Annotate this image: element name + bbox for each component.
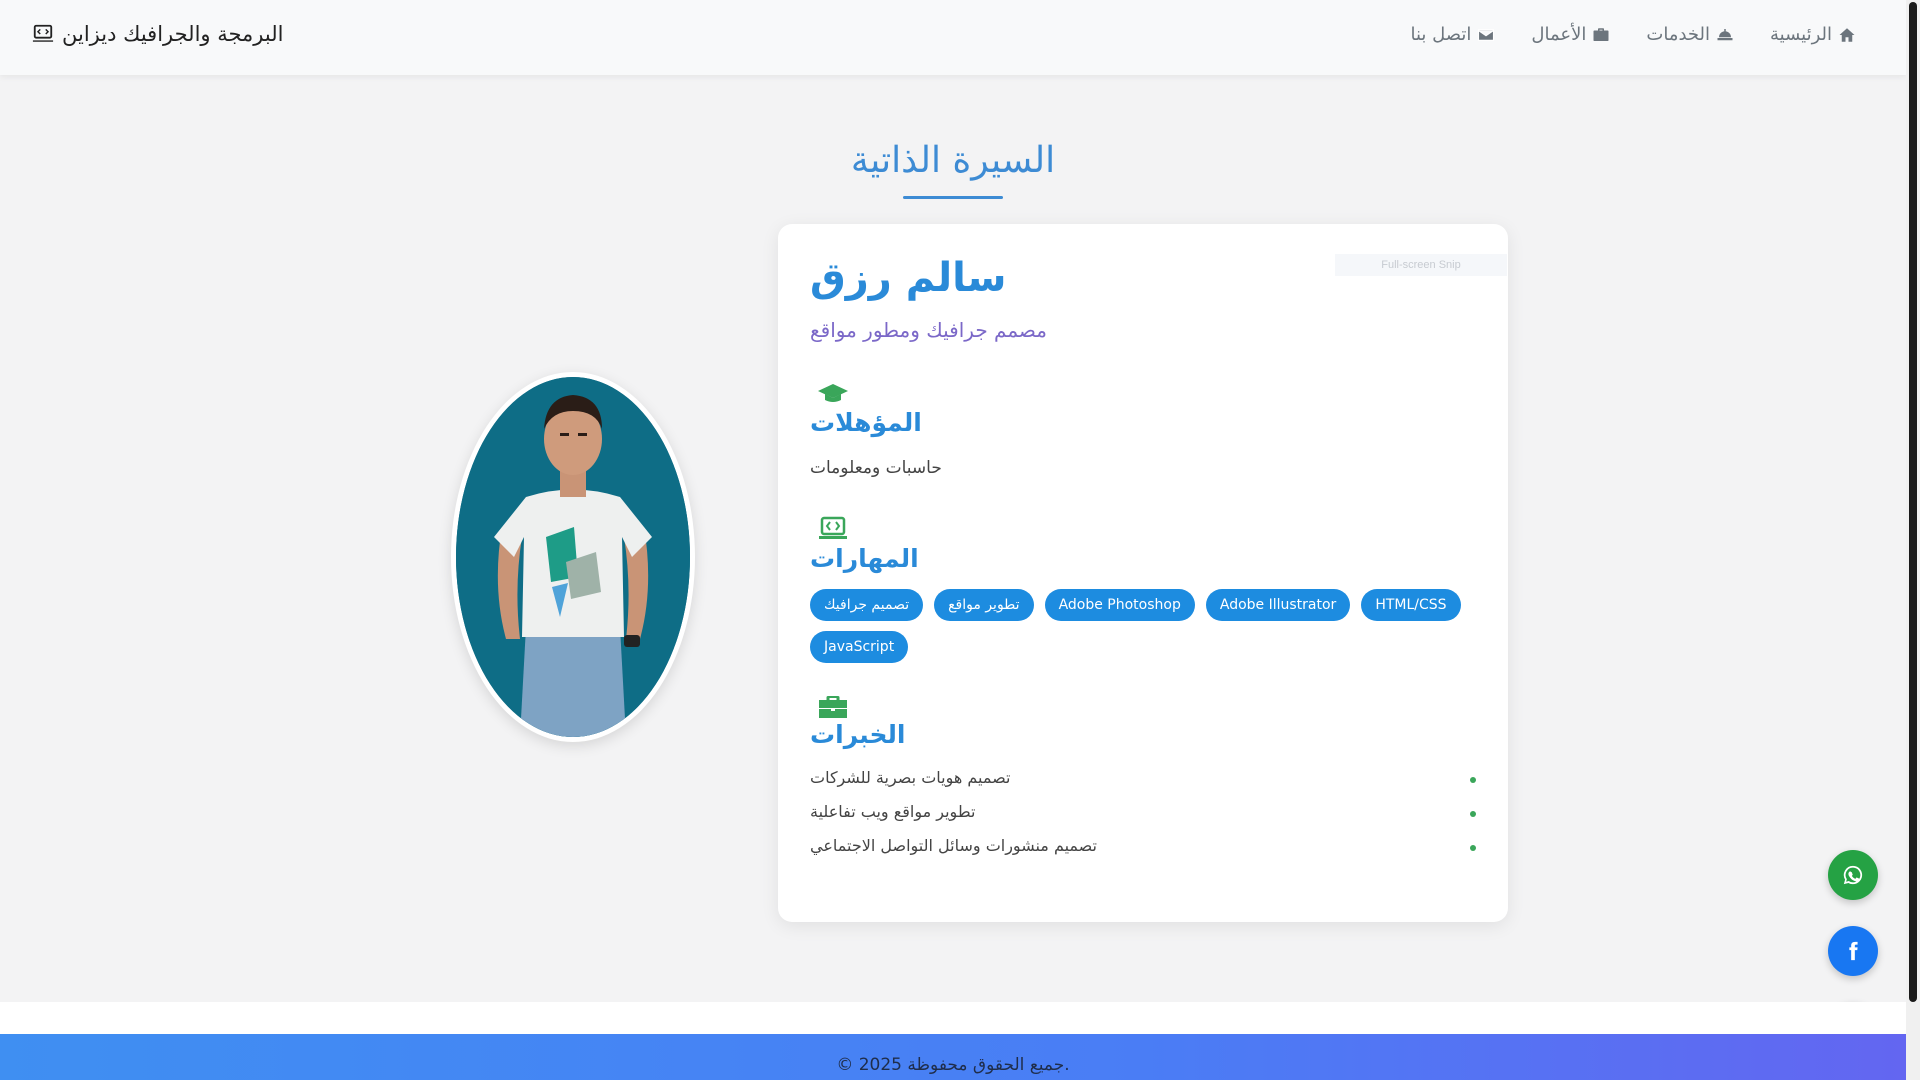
scrollbar[interactable]	[1906, 0, 1920, 1080]
whatsapp-icon	[1843, 865, 1863, 885]
brand-label: البرمجة والجرافيك ديزاين	[62, 22, 284, 46]
whatsapp-button[interactable]	[1828, 850, 1878, 900]
person-photo	[456, 377, 690, 737]
nav-link-contact[interactable]: اتصل بنا	[1410, 24, 1495, 45]
footer-copyright: .جميع الحقوق محفوظة 2025 ©	[836, 1055, 1070, 1075]
navbar: البرمجة والجرافيك ديزاين الرئيسية الخدما…	[0, 0, 1906, 75]
nav-link-works[interactable]: الأعمال	[1531, 24, 1610, 45]
experience-text: تطوير مواقع ويب تفاعلية	[810, 802, 976, 821]
nav-links: الرئيسية الخدمات الأعمال اتصل بنا	[1410, 24, 1856, 45]
laptop-code-icon	[32, 24, 54, 42]
laptop-code-icon	[819, 516, 847, 539]
nav-link-home[interactable]: الرئيسية	[1770, 24, 1856, 45]
qualifications-heading: المؤهلات	[810, 408, 922, 437]
qualifications-text: حاسبات ومعلومات	[810, 458, 942, 478]
snip-overlay-label[interactable]: Full-screen Snip	[1335, 254, 1507, 276]
home-icon	[1839, 27, 1855, 42]
profile-role: مصمم جرافيك ومطور مواقع	[810, 318, 1047, 342]
list-item: تطوير مواقع ويب تفاعلية	[810, 802, 1476, 826]
navbar-brand[interactable]: البرمجة والجرافيك ديزاين	[32, 22, 283, 46]
bullet-dot	[1470, 811, 1476, 817]
skill-badge: JavaScript	[810, 631, 909, 663]
facebook-icon	[1849, 941, 1858, 961]
experience-text: تصميم هويات بصرية للشركات	[810, 768, 1011, 787]
experience-heading: الخبرات	[810, 720, 906, 749]
services-icon	[1717, 28, 1733, 40]
nav-link-label: الخدمات	[1646, 24, 1710, 45]
nav-link-label: الأعمال	[1531, 24, 1587, 45]
avatar	[451, 372, 695, 742]
profile-name: سالم رزق	[810, 255, 1007, 301]
envelope-icon	[1478, 28, 1495, 41]
title-underline	[903, 196, 1003, 199]
footer-gap	[0, 1002, 1906, 1034]
skill-badge: Adobe Photoshop	[1044, 589, 1195, 621]
page-title: السيرة الذاتية	[850, 140, 1056, 181]
skills-heading: المهارات	[810, 544, 919, 573]
skill-badge: تطوير مواقع	[934, 589, 1034, 621]
list-item: تصميم هويات بصرية للشركات	[810, 768, 1476, 792]
nav-link-label: اتصل بنا	[1410, 24, 1472, 45]
bullet-dot	[1470, 845, 1476, 851]
list-item: تصميم منشورات وسائل التواصل الاجتماعي	[810, 836, 1476, 860]
skills-list: تصميم جرافيك تطوير مواقع Adobe Photoshop…	[810, 589, 1470, 663]
nav-link-services[interactable]: الخدمات	[1646, 24, 1734, 45]
briefcase-icon	[1593, 27, 1609, 41]
skill-badge: Adobe Illustrator	[1205, 589, 1351, 621]
scrollbar-thumb[interactable]	[1909, 2, 1917, 1002]
skill-badge: تصميم جرافيك	[810, 589, 924, 621]
graduation-cap-icon	[818, 384, 848, 402]
experience-text: تصميم منشورات وسائل التواصل الاجتماعي	[810, 836, 1098, 855]
nav-link-label: الرئيسية	[1770, 24, 1832, 45]
briefcase-icon	[819, 696, 847, 718]
facebook-button[interactable]	[1828, 926, 1878, 976]
bullet-dot	[1470, 777, 1476, 783]
skill-badge: HTML/CSS	[1361, 589, 1461, 621]
